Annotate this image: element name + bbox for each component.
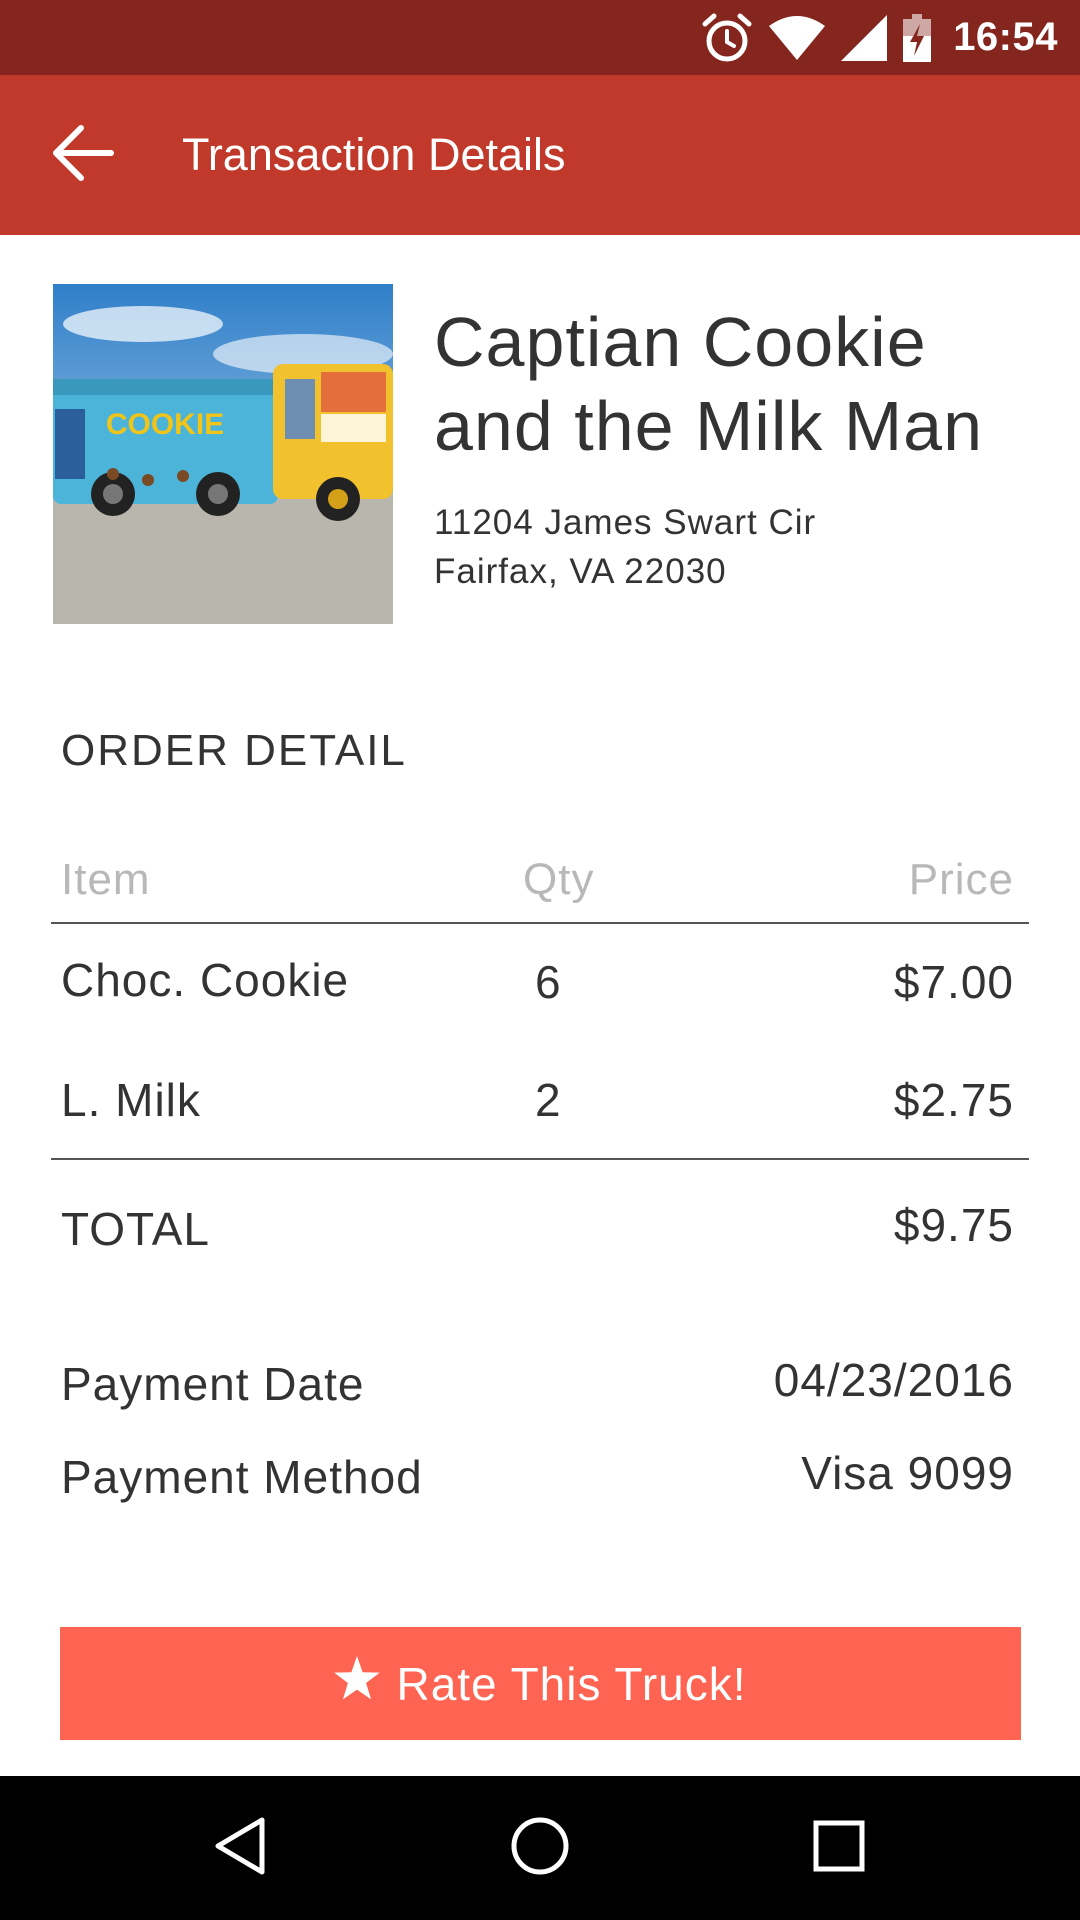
column-header-item: Item [61,855,151,904]
truck-photo: COOKIE [53,284,393,624]
total-label: TOTAL [61,1203,210,1255]
row-qty: 6 [535,956,562,1008]
status-time: 16:54 [953,15,1058,59]
nav-recents-button[interactable] [759,1776,919,1920]
app-bar: Transaction Details [0,75,1080,235]
nav-home-button[interactable] [460,1776,620,1920]
page-title: Transaction Details [182,129,566,180]
total-value: $9.75 [893,1199,1014,1251]
arrow-back-icon [51,123,115,188]
recents-square-icon [813,1820,865,1877]
address-line2: Fairfax, VA 22030 [434,552,727,591]
row-qty: 2 [535,1074,562,1126]
rate-button-label: Rate This Truck! [396,1657,747,1710]
back-button[interactable] [38,110,128,200]
status-icons: 16:54 [701,0,1058,75]
star-icon [334,1656,381,1711]
column-header-qty: Qty [523,855,595,904]
order-detail-title: ORDER DETAIL [61,726,407,775]
signal-icon [841,14,888,61]
row-item: L. Milk [61,1074,201,1126]
navigation-bar [0,1776,1080,1920]
alarm-icon [701,12,753,64]
payment-method-value: Visa 9099 [801,1447,1014,1499]
row-item: Choc. Cookie [61,954,350,1006]
back-triangle-icon [212,1816,268,1881]
battery-charging-icon [903,13,932,62]
row-price: $7.00 [893,956,1014,1008]
wifi-icon [769,15,826,60]
truck-name-line2: and the Milk Man [434,387,984,465]
column-header-price: Price [908,855,1014,904]
total-divider [51,1158,1029,1160]
payment-date-label: Payment Date [61,1358,365,1410]
row-price: $2.75 [893,1074,1014,1126]
truck-name-line1: Captian Cookie [434,303,927,381]
svg-text:COOKIE: COOKIE [106,408,224,441]
payment-method-label: Payment Method [61,1451,423,1503]
truck-address: 11204 James Swart Cir Fairfax, VA 22030 [434,498,816,596]
truck-name: Captian Cookie and the Milk Man [434,300,1034,468]
nav-back-button[interactable] [160,1776,320,1920]
home-circle-icon [510,1816,570,1881]
address-line1: 11204 James Swart Cir [434,503,817,542]
payment-date-value: 04/23/2016 [773,1354,1014,1406]
header-divider [51,922,1029,924]
rate-truck-button[interactable]: Rate This Truck! [60,1627,1021,1740]
status-bar: 16:54 [0,0,1080,75]
